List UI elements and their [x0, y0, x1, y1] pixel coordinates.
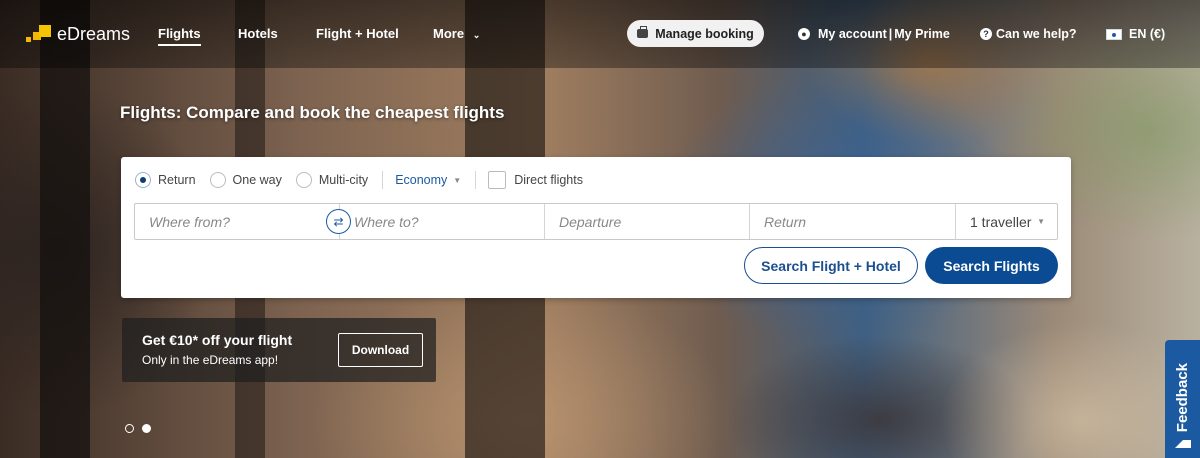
- help-label: Can we help?: [996, 27, 1077, 41]
- promo-title: Get €10* off your flight: [142, 332, 293, 348]
- logo-mark-icon: [26, 25, 52, 43]
- my-account-link[interactable]: My account: [818, 27, 887, 41]
- radio-button[interactable]: [209, 172, 226, 188]
- trip-type-return[interactable]: Return: [135, 172, 196, 188]
- origin-input[interactable]: Where from? ⇄: [135, 204, 351, 239]
- nav-flights[interactable]: Flights: [158, 26, 201, 46]
- divider: [475, 171, 477, 189]
- direct-flights-label: Direct flights: [514, 173, 583, 187]
- search-fields: Where from? ⇄ Where to? Departure Return…: [134, 203, 1058, 240]
- chevron-down-icon: ▼: [453, 175, 462, 185]
- carousel-dot[interactable]: [125, 424, 134, 433]
- nav-more[interactable]: More ⌄: [433, 26, 480, 41]
- manage-booking-label: Manage booking: [655, 26, 754, 41]
- trip-type-row: Return One way Multi-city Economy ▼ Dire…: [135, 171, 583, 189]
- nav-flight-hotel-label: Flight + Hotel: [316, 26, 399, 41]
- return-placeholder: Return: [764, 213, 807, 230]
- nav-flight-hotel[interactable]: Flight + Hotel: [316, 26, 399, 41]
- divider: [382, 171, 384, 189]
- trip-type-one-way[interactable]: One way: [209, 172, 282, 188]
- departure-placeholder: Departure: [559, 213, 622, 230]
- arrow-icon: [1174, 440, 1191, 448]
- briefcase-icon: [637, 26, 649, 38]
- radio-button[interactable]: [295, 172, 312, 188]
- chevron-down-icon: ▼: [1037, 217, 1045, 226]
- search-flights-button[interactable]: Search Flights: [925, 247, 1058, 284]
- search-flight-hotel-label: Search Flight + Hotel: [761, 257, 901, 274]
- user-icon: ●: [798, 28, 810, 40]
- download-label: Download: [351, 343, 410, 357]
- edreams-logo[interactable]: eDreams: [26, 24, 130, 44]
- travellers-value: 1 traveller: [970, 213, 1032, 230]
- search-flight-hotel-button[interactable]: Search Flight + Hotel: [744, 247, 918, 284]
- nav-flights-label: Flights: [158, 26, 201, 41]
- download-app-button[interactable]: Download: [338, 333, 423, 367]
- account-divider: |: [888, 27, 893, 41]
- chevron-down-icon: ⌄: [472, 30, 481, 40]
- promo-subtitle: Only in the eDreams app!: [142, 353, 279, 367]
- origin-placeholder: Where from?: [149, 213, 230, 230]
- return-date-input[interactable]: Return: [750, 204, 956, 239]
- nav-more-label: More: [433, 26, 465, 41]
- help-link[interactable]: ? Can we help?: [980, 27, 1077, 41]
- question-icon: ?: [980, 28, 992, 40]
- direct-flights-checkbox[interactable]: Direct flights: [488, 171, 583, 189]
- trip-type-one-way-label: One way: [232, 173, 282, 187]
- my-prime-link[interactable]: My Prime: [894, 27, 950, 41]
- carousel-pagination: [125, 424, 151, 433]
- cabin-class-select[interactable]: Economy ▼: [395, 173, 461, 187]
- flight-search-form: Return One way Multi-city Economy ▼ Dire…: [121, 157, 1071, 298]
- checkbox-box[interactable]: [488, 171, 507, 189]
- top-navigation-bar: eDreams Flights Hotels Flight + Hotel Mo…: [0, 0, 1200, 68]
- radio-button[interactable]: [135, 172, 151, 188]
- trip-type-multi-city[interactable]: Multi-city: [295, 172, 369, 188]
- page-title: Flights: Compare and book the cheapest f…: [120, 103, 505, 122]
- swap-icon[interactable]: ⇄: [326, 209, 351, 234]
- departure-date-input[interactable]: Departure: [545, 204, 750, 239]
- destination-input[interactable]: Where to?: [340, 204, 545, 239]
- feedback-label: Feedback: [1174, 362, 1191, 432]
- trip-type-multi-city-label: Multi-city: [318, 173, 369, 187]
- travellers-select[interactable]: 1 traveller ▼: [956, 204, 1057, 239]
- carousel-dot-active[interactable]: [142, 424, 151, 433]
- destination-placeholder: Where to?: [354, 213, 419, 230]
- flag-icon: [1106, 28, 1122, 40]
- search-flights-label: Search Flights: [943, 257, 1040, 274]
- app-promo-banner: Get €10* off your flight Only in the eDr…: [122, 318, 436, 382]
- feedback-tab[interactable]: Feedback: [1165, 340, 1200, 458]
- language-selector[interactable]: EN (€): [1106, 27, 1165, 41]
- cabin-class-value: Economy: [395, 173, 448, 187]
- trip-type-return-label: Return: [158, 173, 196, 187]
- account-links: ● My account | My Prime: [798, 27, 950, 41]
- nav-hotels-label: Hotels: [238, 26, 278, 41]
- nav-hotels[interactable]: Hotels: [238, 26, 278, 41]
- logo-text: eDreams: [57, 23, 131, 44]
- language-label: EN (€): [1129, 27, 1166, 41]
- manage-booking-button[interactable]: Manage booking: [627, 20, 764, 47]
